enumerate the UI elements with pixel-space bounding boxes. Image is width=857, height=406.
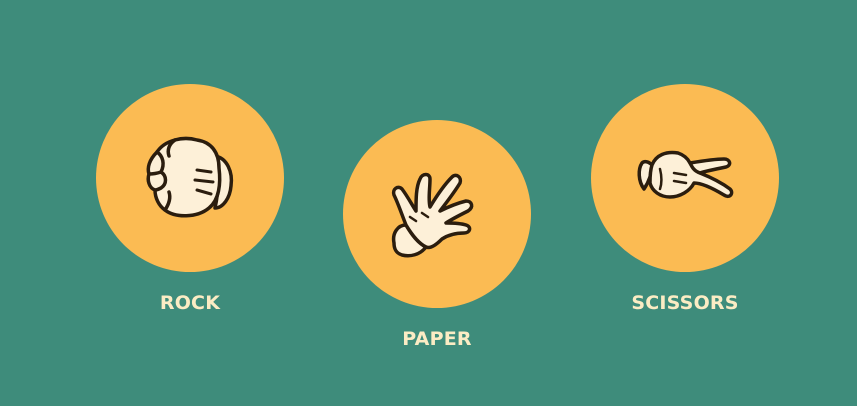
scissors-label: SCISSORS xyxy=(631,292,739,314)
scissors-circle[interactable] xyxy=(591,84,779,272)
paper-choice-button[interactable]: PAPER xyxy=(343,120,531,350)
rock-fist-icon xyxy=(135,128,245,228)
scissors-choice-button[interactable]: SCISSORS xyxy=(591,84,779,314)
paper-label: PAPER xyxy=(402,328,472,350)
paper-open-hand-icon xyxy=(382,159,492,269)
scissors-two-fingers-icon xyxy=(630,133,740,223)
rock-label: ROCK xyxy=(159,292,221,314)
rock-choice-button[interactable]: ROCK xyxy=(96,84,284,314)
paper-circle[interactable] xyxy=(343,120,531,308)
rock-circle[interactable] xyxy=(96,84,284,272)
